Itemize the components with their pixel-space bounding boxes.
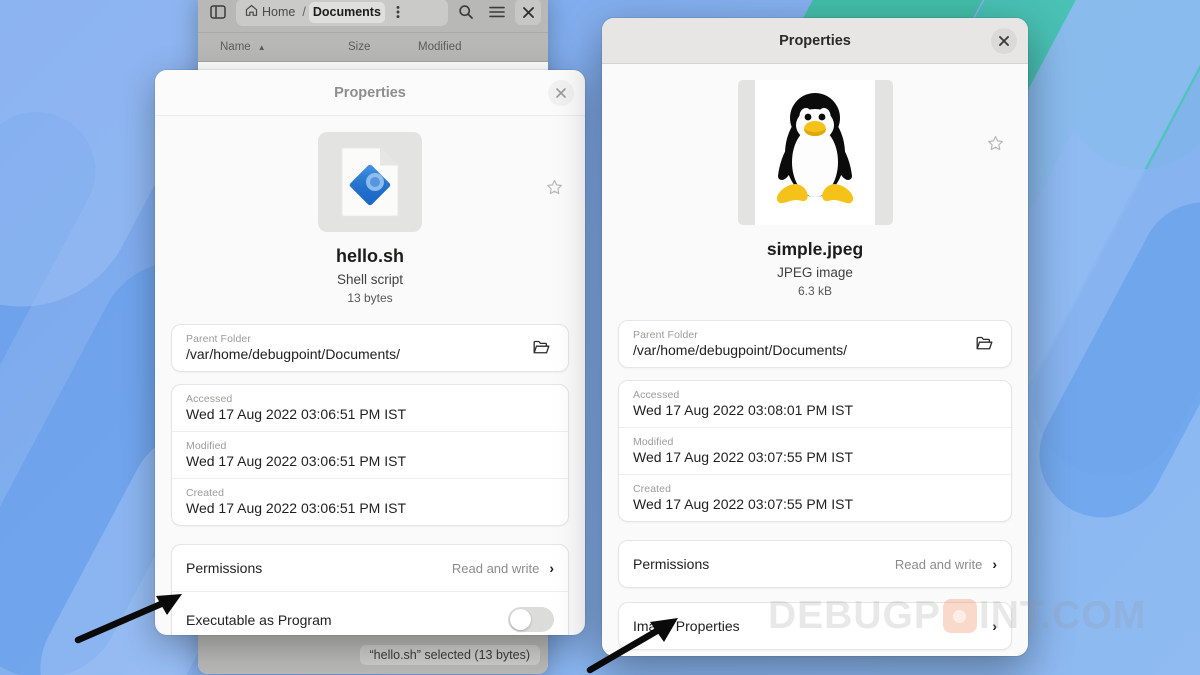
chevron-right-icon: › [549,560,554,576]
parent-folder-card: Parent Folder /var/home/debugpoint/Docum… [618,320,1012,368]
created-row: Created Wed 17 Aug 2022 03:07:55 PM IST [619,474,1011,521]
image-properties-row[interactable]: Image Properties › [619,603,1011,649]
breadcrumb-home-label: Home [262,5,295,19]
accessed-row: Accessed Wed 17 Aug 2022 03:08:01 PM IST [619,381,1011,427]
dialog-headerbar: Properties [602,18,1028,64]
accessed-value: Wed 17 Aug 2022 03:06:51 PM IST [186,406,554,422]
created-label: Created [186,487,554,499]
column-header-size-label: Size [348,41,370,53]
hamburger-menu-icon[interactable] [484,0,510,25]
sidebar-toggle-icon[interactable] [205,0,231,25]
chevron-right-icon: › [992,556,997,572]
file-type: Shell script [171,272,569,287]
file-list-column-headers: Name ▲ Size Modified [198,33,548,62]
parent-folder-row[interactable]: Parent Folder /var/home/debugpoint/Docum… [619,321,1011,367]
file-size: 6.3 kB [618,284,1012,298]
executable-label: Executable as Program [186,612,508,628]
accessed-label: Accessed [186,393,554,405]
accessed-row: Accessed Wed 17 Aug 2022 03:06:51 PM IST [172,385,568,431]
properties-dialog-hello-sh[interactable]: Properties [155,70,585,635]
parent-folder-label: Parent Folder [633,329,971,341]
dialog-body: simple.jpeg JPEG image 6.3 kB Parent Fol… [602,64,1028,656]
shell-script-file-icon [318,132,422,232]
dialog-headerbar: Properties [155,70,585,116]
created-value: Wed 17 Aug 2022 03:07:55 PM IST [633,496,997,512]
permissions-card: Permissions Read and write › Executable … [171,544,569,635]
parent-folder-label: Parent Folder [186,333,528,345]
column-header-name[interactable]: Name ▲ [198,41,348,53]
column-header-size[interactable]: Size [348,41,418,53]
modified-label: Modified [186,440,554,452]
toggle-knob [510,609,531,630]
column-header-modified[interactable]: Modified [418,41,508,53]
breadcrumb[interactable]: Home / Documents [236,0,448,26]
accessed-value: Wed 17 Aug 2022 03:08:01 PM IST [633,402,997,418]
dialog-title: Properties [779,33,851,49]
close-icon[interactable] [548,80,574,106]
close-icon[interactable] [991,28,1017,54]
created-value: Wed 17 Aug 2022 03:06:51 PM IST [186,500,554,516]
created-label: Created [633,483,997,495]
star-outline-icon[interactable] [982,130,1008,156]
permissions-label: Permissions [186,560,452,576]
column-header-name-label: Name [220,41,251,53]
parent-folder-value: /var/home/debugpoint/Documents/ [633,342,971,358]
parent-folder-card: Parent Folder /var/home/debugpoint/Docum… [171,324,569,372]
dialog-body: hello.sh Shell script 13 bytes Parent Fo… [155,116,585,635]
file-type: JPEG image [618,265,1012,280]
file-size: 13 bytes [171,291,569,305]
tux-penguin-thumbnail [738,80,893,225]
executable-row[interactable]: Executable as Program [172,591,568,635]
file-name: simple.jpeg [618,239,1012,260]
star-outline-icon[interactable] [541,174,567,200]
column-header-modified-label: Modified [418,41,461,53]
path-menu-icon[interactable] [388,0,408,25]
breadcrumb-separator: / [302,5,305,19]
file-manager-status-bar: “hello.sh” selected (13 bytes) [198,634,548,674]
executable-toggle[interactable] [508,607,554,632]
modified-value: Wed 17 Aug 2022 03:06:51 PM IST [186,453,554,469]
status-badge: “hello.sh” selected (13 bytes) [360,645,541,665]
home-icon [245,4,258,20]
timestamps-card: Accessed Wed 17 Aug 2022 03:08:01 PM IST… [618,380,1012,522]
permissions-card: Permissions Read and write › [618,540,1012,588]
accessed-label: Accessed [633,389,997,401]
image-properties-card: Image Properties › [618,602,1012,650]
permissions-row[interactable]: Permissions Read and write › [172,545,568,591]
search-icon[interactable] [453,0,479,25]
permissions-value: Read and write [452,561,539,576]
modified-row: Modified Wed 17 Aug 2022 03:07:55 PM IST [619,427,1011,474]
desktop-background: Home / Documents Name [0,0,1200,675]
permissions-label: Permissions [633,556,895,572]
parent-folder-value: /var/home/debugpoint/Documents/ [186,346,528,362]
timestamps-card: Accessed Wed 17 Aug 2022 03:06:51 PM IST… [171,384,569,526]
created-row: Created Wed 17 Aug 2022 03:06:51 PM IST [172,478,568,525]
open-folder-icon[interactable] [971,331,997,357]
breadcrumb-item-documents[interactable]: Documents [309,2,385,23]
breadcrumb-item-home[interactable]: Home [241,4,299,20]
chevron-right-icon: › [992,618,997,634]
image-properties-label: Image Properties [633,618,992,634]
close-icon[interactable] [515,0,541,25]
sort-ascending-icon: ▲ [258,43,266,52]
permissions-row[interactable]: Permissions Read and write › [619,541,1011,587]
modified-row: Modified Wed 17 Aug 2022 03:06:51 PM IST [172,431,568,478]
open-folder-icon[interactable] [528,335,554,361]
modified-label: Modified [633,436,997,448]
parent-folder-row[interactable]: Parent Folder /var/home/debugpoint/Docum… [172,325,568,371]
file-name: hello.sh [171,246,569,267]
properties-dialog-simple-jpeg[interactable]: Properties [602,18,1028,656]
permissions-value: Read and write [895,557,982,572]
modified-value: Wed 17 Aug 2022 03:07:55 PM IST [633,449,997,465]
dialog-title: Properties [334,85,406,101]
file-manager-headerbar: Home / Documents [198,0,548,33]
file-hero: simple.jpeg JPEG image 6.3 kB [618,64,1012,298]
file-hero: hello.sh Shell script 13 bytes [171,116,569,305]
breadcrumb-current-label: Documents [313,5,381,19]
